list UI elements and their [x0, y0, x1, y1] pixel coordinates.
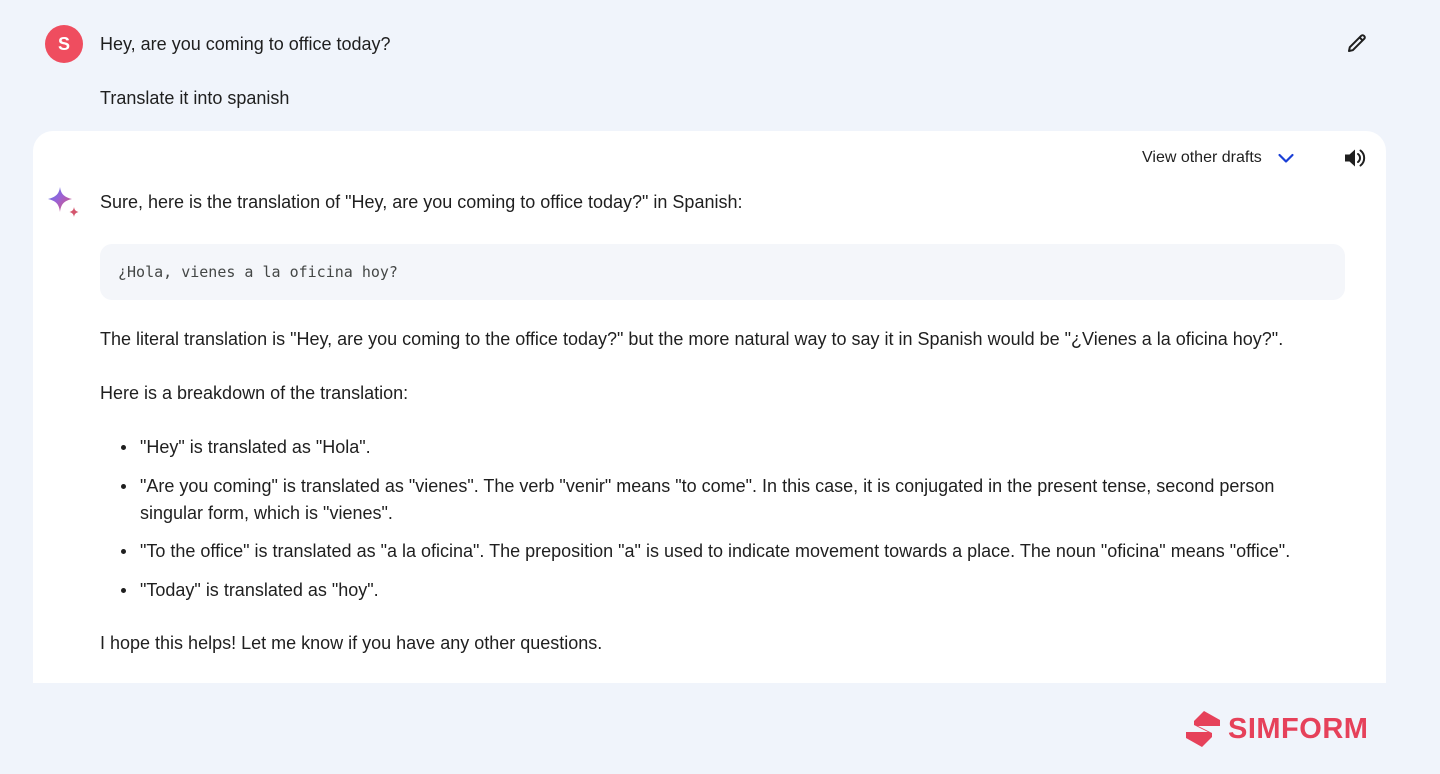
view-other-drafts-button[interactable]: View other drafts: [1142, 146, 1296, 170]
simform-logo-icon: [1186, 711, 1220, 747]
sparkle-icon: [48, 187, 79, 217]
list-item: "Hey" is translated as "Hola".: [121, 434, 1340, 461]
response-intro: Sure, here is the translation of "Hey, a…: [100, 192, 743, 212]
literal-translation-note: The literal translation is "Hey, are you…: [100, 329, 1284, 349]
code-text[interactable]: ¿Hola, vienes a la oficina hoy?: [118, 263, 398, 281]
code-block: ¿Hola, vienes a la oficina hoy?: [100, 244, 1345, 300]
chevron-down-icon: [1276, 148, 1296, 168]
listen-button[interactable]: [1341, 144, 1369, 172]
list-item: "To the office" is translated as "a la o…: [121, 538, 1340, 565]
pencil-icon: [1348, 34, 1366, 52]
user-message-line-1: Hey, are you coming to office today?: [100, 34, 391, 54]
speaker-icon: [1345, 149, 1366, 167]
simform-logo-text: SIMFORM: [1228, 712, 1369, 745]
view-other-drafts-label: View other drafts: [1142, 149, 1262, 166]
user-avatar: S: [45, 25, 83, 63]
breakdown-heading: Here is a breakdown of the translation:: [100, 383, 409, 403]
response-closing: I hope this helps! Let me know if you ha…: [100, 633, 603, 653]
list-item: "Are you coming" is translated as "viene…: [121, 473, 1340, 527]
list-item: "Today" is translated as "hoy".: [121, 577, 1340, 604]
simform-logo: SIMFORM: [1184, 708, 1368, 750]
user-message-line-2: Translate it into spanish: [100, 88, 290, 108]
edit-prompt-button[interactable]: [1342, 28, 1372, 58]
chat-page: S Hey, are you coming to office today? T…: [0, 0, 1440, 774]
avatar-letter: S: [57, 33, 70, 54]
